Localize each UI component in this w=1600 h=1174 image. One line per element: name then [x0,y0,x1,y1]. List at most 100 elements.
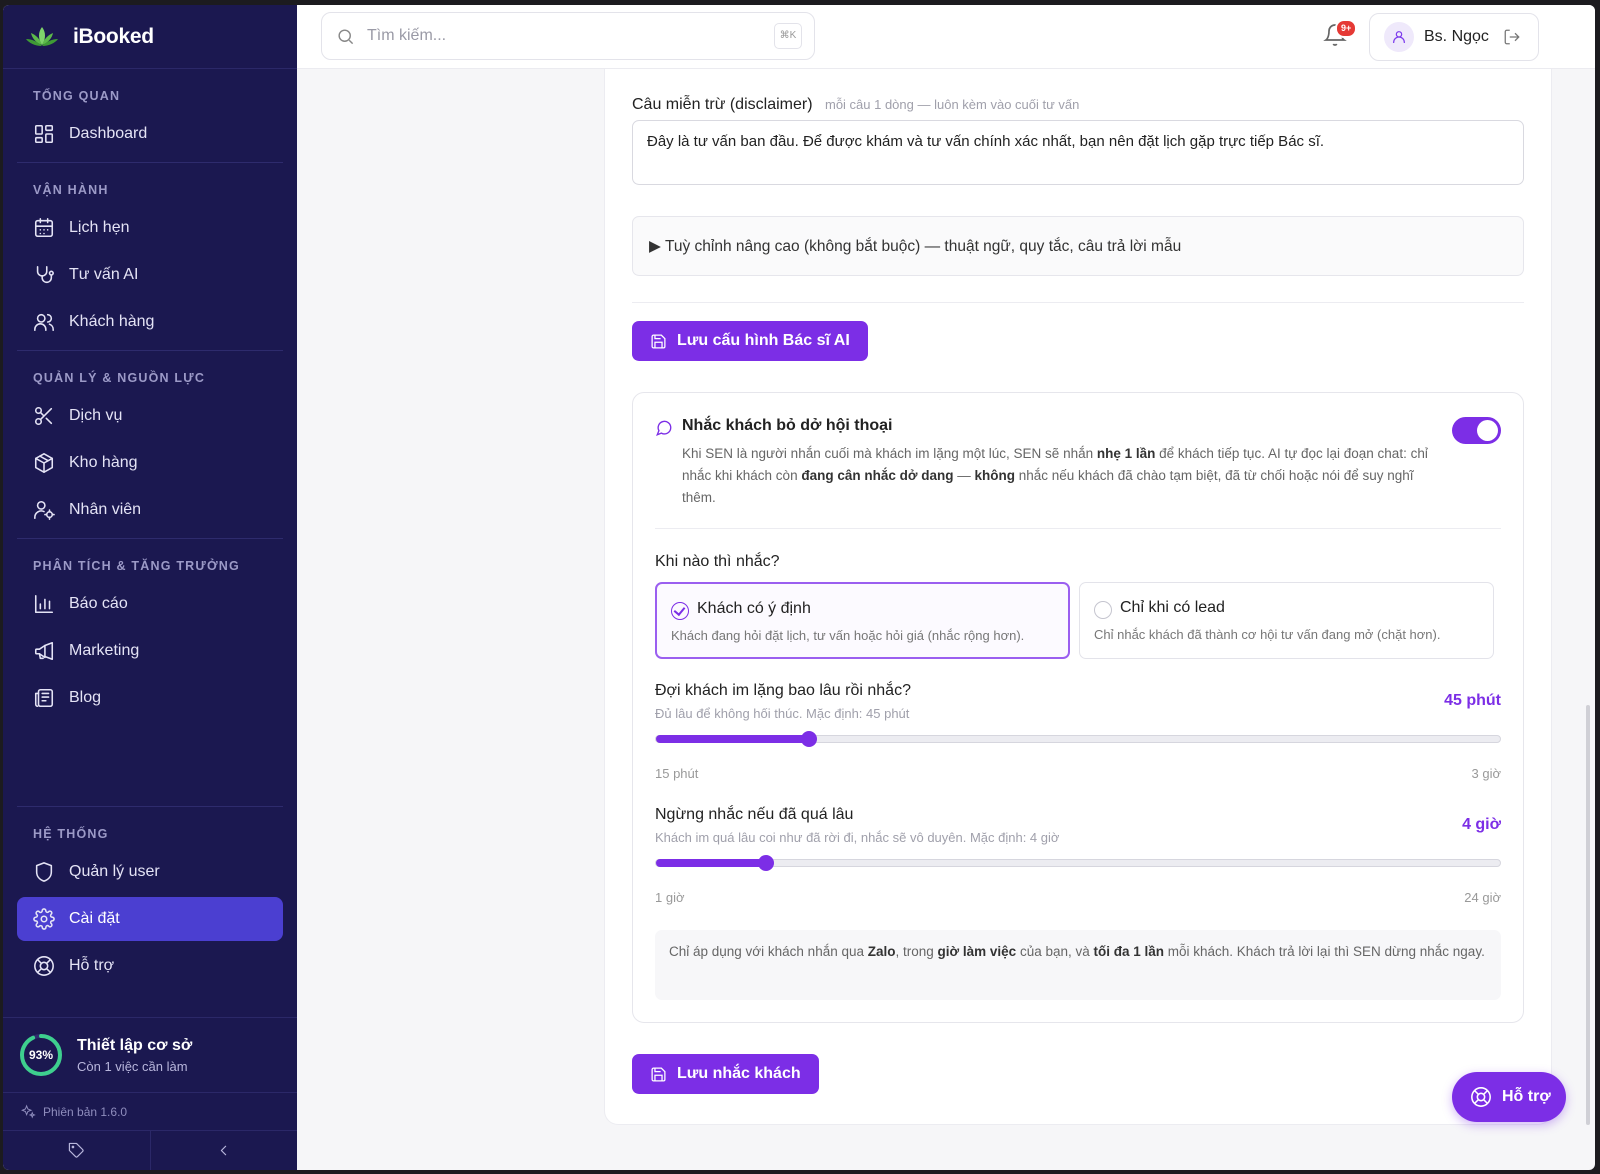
sidebar-item-label: Nhân viên [69,501,142,518]
sidebar-item-reports[interactable]: Báo cáo [17,582,283,626]
sparkles-icon [21,1104,36,1119]
sidebar-item-label: Quản lý user [69,863,160,880]
users-icon [34,313,54,332]
reminder-panel: Nhắc khách bỏ dở hội thoại Khi SEN là ng… [632,392,1524,1023]
section-title-management: QUẢN LÝ & NGUỒN LỰC [33,371,206,385]
tag-icon [68,1142,84,1158]
shield-icon [35,862,53,882]
user-menu[interactable]: Bs. Ngọc [1369,13,1539,61]
notifications-button[interactable]: 9+ [1323,19,1358,49]
avatar [1384,22,1414,52]
sidebar-item-ai-consult[interactable]: Tư vấn AI [17,253,283,297]
wait-slider[interactable] [655,731,1501,747]
sidebar-item-label: Dashboard [69,125,148,142]
stop-max: 24 giờ [1464,890,1501,905]
sidebar-item-inventory[interactable]: Kho hàng [17,441,283,485]
search-shortcut: ⌘K [774,23,802,49]
user-cog-icon [34,500,55,520]
gear-icon [33,908,55,930]
progress-ring: 93% [19,1033,63,1077]
option-desc: Khách đang hỏi đặt lịch, tư vấn hoặc hỏi… [671,628,1025,643]
notification-badge: 9+ [1335,19,1358,38]
sidebar-item-blog[interactable]: Blog [17,676,283,720]
user-name: Bs. Ngọc [1424,28,1489,45]
sidebar: iBooked TỔNG QUAN Dashboard VẬN HÀNH Lịc… [3,5,297,1170]
search-input[interactable]: Tìm kiếm... ⌘K [321,12,815,60]
divider [655,528,1501,529]
sidebar-item-staff[interactable]: Nhân viên [17,488,283,532]
stop-slider[interactable] [655,855,1501,871]
section-title-analytics: PHÂN TÍCH & TĂNG TRƯỞNG [33,559,240,573]
search-placeholder: Tìm kiếm... [367,27,447,44]
settings-card: Câu miễn trừ (disclaimer) mỗi câu 1 dòng… [604,69,1552,1125]
reminder-title: Nhắc khách bỏ dở hội thoại [682,417,893,434]
setup-subtitle: Còn 1 việc cần làm [77,1058,188,1074]
option-lead-only[interactable]: Chỉ khi có lead Chỉ nhắc khách đã thành … [1079,582,1494,659]
bar-chart-icon [34,594,54,614]
section-title-system: HỆ THỐNG [33,827,109,841]
stop-min: 1 giờ [655,890,685,905]
slider-fill [656,859,767,867]
scrollbar[interactable] [1586,705,1590,1125]
sidebar-item-label: Cài đặt [69,910,120,927]
sidebar-item-label: Lịch hẹn [69,219,130,236]
stop-title: Ngừng nhắc nếu đã quá lâu [655,806,854,823]
sidebar-item-support[interactable]: Hỗ trợ [17,944,283,988]
tag-button[interactable] [3,1131,150,1170]
sidebar-item-user-management[interactable]: Quản lý user [17,850,283,894]
sidebar-item-label: Dịch vụ [69,407,123,424]
radio-icon [1094,601,1112,619]
scissors-icon [34,406,53,426]
sidebar-item-settings[interactable]: Cài đặt [17,897,283,941]
reminder-enabled-toggle[interactable] [1452,417,1501,444]
option-title: Khách có ý định [697,600,811,617]
wait-value: 45 phút [1444,692,1501,709]
wait-max: 3 giờ [1471,766,1502,781]
option-desc: Chỉ nhắc khách đã thành cơ hội tư vấn đa… [1094,627,1441,642]
logout-icon[interactable] [1503,28,1521,46]
sidebar-item-appointments[interactable]: Lịch hẹn [17,206,283,250]
topbar: Tìm kiếm... ⌘K 9+ Bs. Ngọc [297,5,1595,69]
stop-value: 4 giờ [1462,816,1501,833]
sidebar-item-dashboard[interactable]: Dashboard [17,112,283,156]
save-reminder-button[interactable]: Lưu nhắc khách [632,1054,819,1094]
sidebar-item-services[interactable]: Dịch vụ [17,394,283,438]
help-button[interactable]: Hỗ trợ [1452,1072,1566,1122]
lifebuoy-icon [34,956,54,976]
sidebar-item-label: Khách hàng [69,313,155,330]
reminder-note: Chỉ áp dụng với khách nhắn qua Zalo, tro… [655,930,1501,1000]
check-circle-icon [671,602,689,620]
calendar-icon [34,218,54,238]
brand[interactable]: iBooked [3,5,297,69]
megaphone-icon [34,641,54,661]
section-title-operations: VẬN HÀNH [33,183,109,197]
option-intent[interactable]: Khách có ý định Khách đang hỏi đặt lịch,… [655,582,1070,659]
sidebar-item-label: Kho hàng [69,454,138,471]
message-circle-icon [656,420,672,436]
wait-min: 15 phút [655,766,699,781]
sidebar-item-label: Hỗ trợ [69,957,115,974]
slider-thumb[interactable] [758,855,775,871]
sidebar-item-label: Báo cáo [69,595,128,612]
version-label: Phiên bản 1.6.0 [43,1104,128,1119]
sidebar-footer [3,1130,297,1170]
setup-progress[interactable]: 93% Thiết lập cơ sở Còn 1 việc cần làm [3,1017,297,1092]
chevron-left-icon [221,1145,227,1156]
wait-hint: Đủ lâu để không hối thúc. Mặc định: 45 p… [655,706,910,721]
help-label: Hỗ trợ [1502,1088,1551,1105]
save-label: Lưu nhắc khách [677,1065,801,1082]
sidebar-item-label: Tư vấn AI [69,266,139,283]
sidebar-item-marketing[interactable]: Marketing [17,629,283,673]
app-window: iBooked TỔNG QUAN Dashboard VẬN HÀNH Lịc… [3,5,1595,1170]
stethoscope-icon [36,265,54,284]
dashboard-icon [34,124,54,144]
when-label: Khi nào thì nhắc? [655,553,780,570]
slider-thumb[interactable] [801,731,818,747]
sidebar-item-customers[interactable]: Khách hàng [17,300,283,344]
sidebar-item-label: Blog [69,689,102,706]
app-name: iBooked [73,24,154,48]
lotus-logo-icon [26,26,58,46]
section-title-overview: TỔNG QUAN [33,89,121,103]
lifebuoy-icon [1471,1087,1491,1107]
collapse-sidebar-button[interactable] [149,1131,298,1170]
